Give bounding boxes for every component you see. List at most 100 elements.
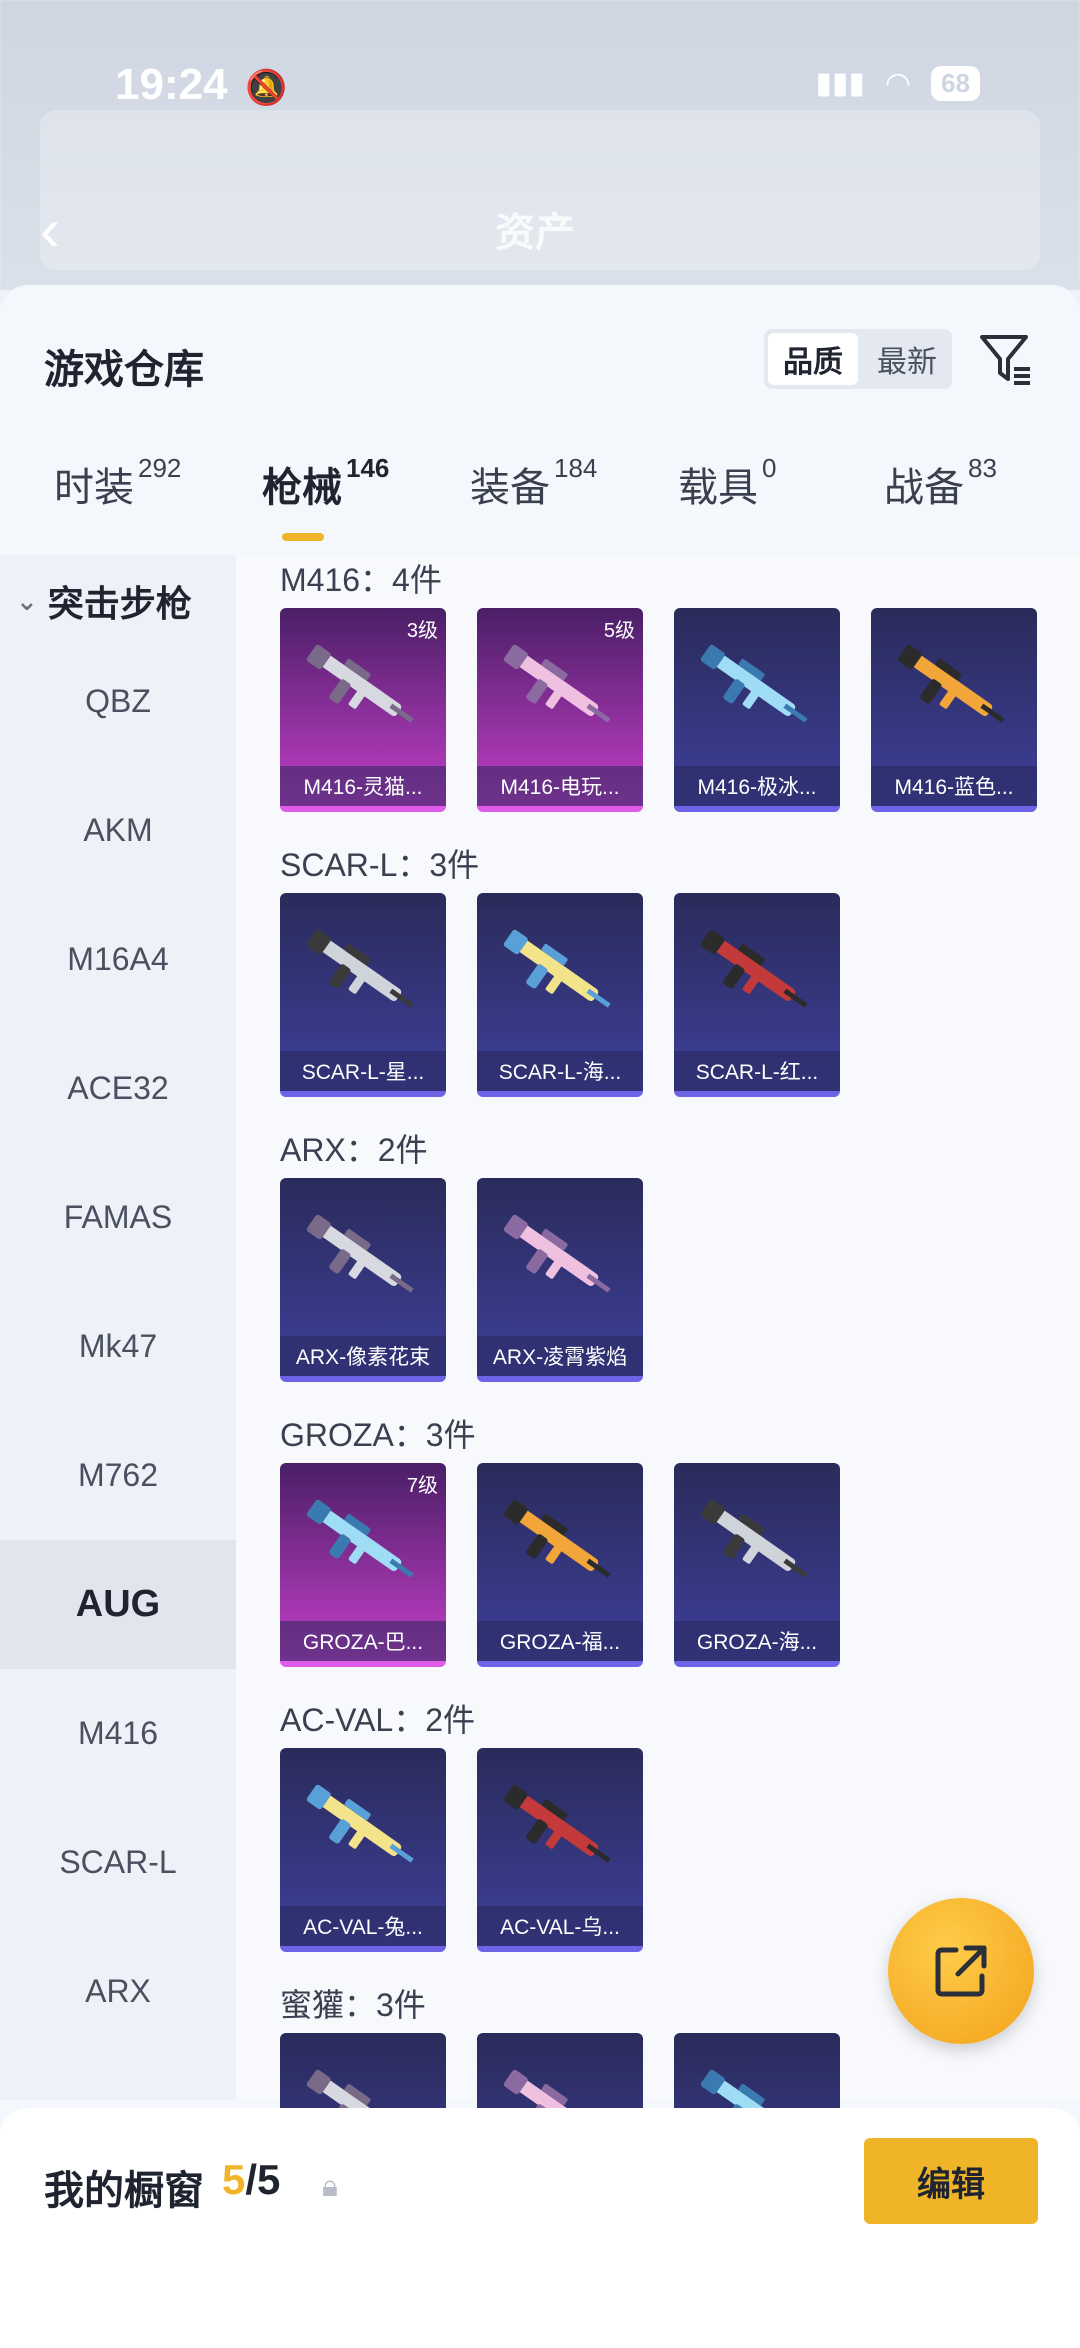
weapon-card[interactable]: AC-VAL-兔...	[280, 1748, 446, 1952]
weapon-card[interactable]: 3级 M416-灵猫...	[280, 608, 446, 812]
tab-count: 184	[554, 453, 598, 483]
sidebar-item-aug[interactable]: AUG	[0, 1540, 236, 1669]
skin-name: M416-极冰...	[674, 766, 840, 806]
weapon-skin-image	[306, 644, 414, 723]
group-title: SCAR-L：3件	[280, 847, 480, 883]
tab-count: 0	[762, 453, 777, 483]
tab-label: 载具	[678, 466, 758, 510]
weapon-card[interactable]: GROZA-海...	[674, 1463, 840, 1667]
weapon-skin-image	[897, 644, 1005, 723]
sidebar-item-scar-l[interactable]: SCAR-L	[0, 1798, 236, 1927]
tab-equipment[interactable]: 装备 184	[470, 453, 598, 513]
showcase-current: 5	[222, 2156, 246, 2203]
sort-quality-button[interactable]: 品质	[768, 333, 858, 385]
weapon-card[interactable]: 5级 M416-电玩...	[477, 608, 643, 812]
weapon-card[interactable]: GROZA-福...	[477, 1463, 643, 1667]
weapon-card[interactable]: ARX-凌霄紫焰	[477, 1178, 643, 1382]
weapon-card[interactable]: 7级 GROZA-巴...	[280, 1463, 446, 1667]
group-title: ARX：2件	[280, 1132, 428, 1168]
skin-name: GROZA-福...	[477, 1621, 643, 1661]
tab-count: 292	[138, 453, 182, 483]
sort-newest-button[interactable]: 最新	[862, 329, 952, 389]
signal-icon: ▮▮▮	[815, 67, 865, 100]
lock-icon: 🔒︎	[322, 2170, 338, 2203]
weapon-card[interactable]: SCAR-L-红...	[674, 893, 840, 1097]
tab-supplies[interactable]: 战备 83	[884, 453, 997, 513]
group-title: M416：4件	[280, 562, 442, 598]
sidebar-item-qbz[interactable]: QBZ	[0, 637, 236, 766]
weapon-skin-image	[503, 1784, 611, 1863]
filter-icon[interactable]	[976, 329, 1036, 389]
weapon-card[interactable]: SCAR-L-海...	[477, 893, 643, 1097]
weapon-card[interactable]: M416-极冰...	[674, 608, 840, 812]
skin-name: M416-电玩...	[477, 766, 643, 806]
share-icon	[935, 1945, 987, 1997]
sidebar-item-mk47[interactable]: Mk47	[0, 1282, 236, 1411]
weapon-card[interactable]: ARX-像素花束	[280, 1178, 446, 1382]
share-button[interactable]	[888, 1898, 1034, 2044]
status-icons: ▮▮▮ ◠ 68	[815, 66, 980, 101]
weapon-skin-image	[503, 1499, 611, 1578]
weapon-card[interactable]: SCAR-L-星...	[280, 893, 446, 1097]
sidebar-item-m16a4[interactable]: M16A4	[0, 895, 236, 1024]
weapon-skin-image	[503, 929, 611, 1008]
skin-level-badge: 5级	[603, 620, 635, 642]
skin-name: ARX-凌霄紫焰	[477, 1336, 643, 1376]
sort-toggle: 品质 最新	[764, 329, 952, 389]
sidebar-category-label: 突击步枪	[47, 583, 192, 624]
status-time: 19:24	[115, 60, 228, 109]
sidebar-category[interactable]: ⌄ 突击步枪	[16, 575, 192, 627]
tab-vehicles[interactable]: 载具 0	[678, 453, 777, 513]
showcase-bar: 我的橱窗 5/5 🔒︎ 编辑	[0, 2108, 1080, 2348]
sidebar-item-m762[interactable]: M762	[0, 1411, 236, 1540]
skin-name: GROZA-海...	[674, 1621, 840, 1661]
showcase-count: 5/5	[222, 2156, 280, 2204]
sidebar-item-ace32[interactable]: ACE32	[0, 1024, 236, 1153]
chevron-down-icon: ⌄	[16, 585, 38, 616]
weapon-skin-image	[700, 1499, 808, 1578]
skin-name: AC-VAL-兔...	[280, 1906, 446, 1946]
mute-icon: 🔕	[245, 69, 288, 107]
weapon-skin-image	[306, 929, 414, 1008]
battery-indicator: 68	[931, 66, 980, 101]
warehouse-sheet: 游戏仓库 品质 最新 时装 292 枪械 146 装备 184 载具 0 战备	[0, 285, 1080, 2348]
tab-firearms[interactable]: 枪械 146	[262, 453, 390, 513]
skin-name: M416-蓝色...	[871, 766, 1037, 806]
sidebar-item-famas[interactable]: FAMAS	[0, 1153, 236, 1282]
sidebar-item-arx[interactable]: ARX	[0, 1927, 236, 2056]
back-button[interactable]: ‹	[40, 195, 60, 264]
group-title: 蜜獾：3件	[280, 1987, 426, 2023]
skin-name: SCAR-L-星...	[280, 1051, 446, 1091]
sidebar-item-m416[interactable]: M416	[0, 1669, 236, 1798]
tab-count: 146	[346, 453, 390, 483]
weapon-grid: M416：4件 3级 M416-灵猫... 5级 M416-电玩... M416-极冰..…	[236, 555, 1080, 2237]
weapon-skin-image	[306, 1214, 414, 1293]
tab-label: 时装	[54, 466, 134, 510]
edit-button[interactable]: 编辑	[864, 2138, 1038, 2224]
skin-level-badge: 7级	[406, 1475, 438, 1497]
skin-name: SCAR-L-红...	[674, 1051, 840, 1091]
weapon-skin-image	[306, 1784, 414, 1863]
tab-label: 枪械	[262, 466, 342, 510]
weapon-sidebar: ⌄ 突击步枪 QBZ AKM M16A4 ACE32 FAMAS Mk47 M762 AUG M…	[0, 555, 236, 2100]
active-tab-indicator	[282, 533, 324, 541]
showcase-label: 我的橱窗	[44, 2169, 204, 2213]
weapon-card[interactable]: AC-VAL-乌...	[477, 1748, 643, 1952]
status-bar: 19:24 🔕 ▮▮▮ ◠ 68	[0, 60, 1080, 120]
weapon-skin-image	[700, 929, 808, 1008]
wifi-icon: ◠	[884, 67, 912, 100]
skin-name: ARX-像素花束	[280, 1336, 446, 1376]
tab-label: 装备	[470, 466, 550, 510]
category-tabs: 时装 292 枪械 146 装备 184 载具 0 战备 83	[0, 453, 1080, 545]
sidebar-item-akm[interactable]: AKM	[0, 766, 236, 895]
showcase-total: /5	[245, 2156, 281, 2203]
skin-level-badge: 3级	[406, 620, 438, 642]
weapon-skin-image	[503, 1214, 611, 1293]
weapon-skin-image	[306, 1499, 414, 1578]
weapon-card[interactable]: M416-蓝色...	[871, 608, 1037, 812]
group-title: GROZA：3件	[280, 1417, 476, 1453]
tab-count: 83	[968, 453, 997, 483]
weapon-skin-image	[700, 644, 808, 723]
tab-fashion[interactable]: 时装 292	[54, 453, 182, 513]
tab-label: 战备	[884, 466, 964, 510]
